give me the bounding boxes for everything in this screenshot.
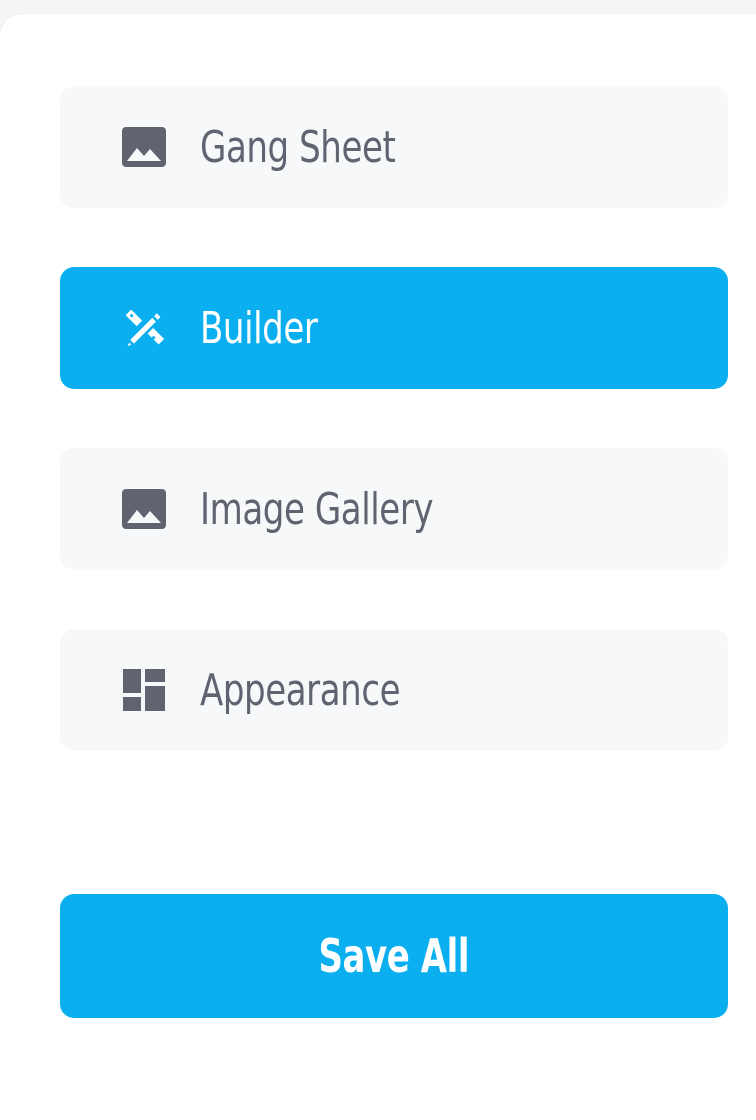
settings-panel: Gang Sheet Builder Image Gallery Appeara… [0, 14, 756, 1120]
sidebar-menu: Gang Sheet Builder Image Gallery Appeara… [60, 86, 728, 810]
menu-item-label: Builder [200, 302, 318, 354]
menu-item-label: Appearance [200, 664, 401, 716]
menu-item-gang-sheet[interactable]: Gang Sheet [60, 86, 728, 208]
menu-item-label: Image Gallery [200, 483, 434, 535]
menu-item-label: Gang Sheet [200, 121, 396, 173]
dashboard-icon [122, 668, 166, 712]
menu-item-appearance[interactable]: Appearance [60, 629, 728, 751]
menu-item-builder[interactable]: Builder [60, 267, 728, 389]
design-tools-icon [122, 306, 166, 350]
image-icon [122, 487, 166, 531]
menu-item-image-gallery[interactable]: Image Gallery [60, 448, 728, 570]
image-icon [122, 125, 166, 169]
save-all-button[interactable]: Save All [60, 894, 728, 1018]
save-all-label: Save All [318, 929, 470, 983]
